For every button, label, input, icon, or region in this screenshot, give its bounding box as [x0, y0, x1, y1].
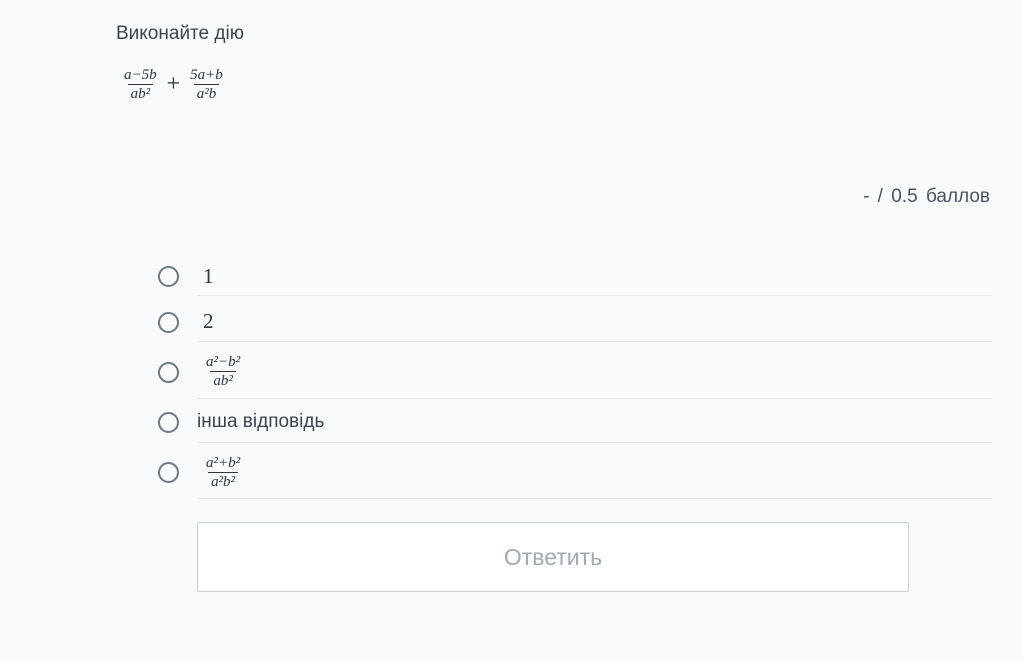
fraction-numerator: a²−b² [206, 354, 241, 370]
score-display: - / 0.5 баллов [863, 186, 990, 208]
radio-button[interactable] [158, 311, 179, 333]
fraction-denominator: ab² [210, 371, 236, 390]
option-body[interactable]: 1 [197, 257, 992, 296]
fraction-numerator: 5a+b [190, 67, 223, 83]
option-body[interactable]: a²−b² ab² [197, 346, 992, 399]
radio-button[interactable] [158, 266, 179, 287]
expression-right-fraction: 5a+b a²b [187, 66, 226, 103]
answer-option-2[interactable]: 2 [158, 299, 992, 345]
submit-button[interactable]: Ответить [197, 522, 909, 592]
answer-option-1[interactable]: 1 [158, 254, 992, 299]
plus-operator: + [166, 71, 181, 97]
option-body[interactable]: a²+b² a²b² [197, 446, 992, 499]
option-fraction: a²+b² a²b² [203, 454, 243, 491]
answer-option-3[interactable]: a²−b² ab² [158, 345, 992, 399]
fraction-numerator: a²+b² [206, 454, 241, 471]
question-expression: a−5b ab² + 5a+b a²b [121, 66, 226, 103]
fraction-denominator: ab² [127, 84, 154, 103]
option-label: 1 [203, 263, 214, 288]
score-unit: баллов [925, 186, 990, 207]
radio-button[interactable] [158, 411, 179, 433]
answer-option-5[interactable]: a²+b² a²b² [158, 445, 992, 500]
option-body[interactable]: інша відповідь [197, 402, 992, 443]
question-title: Виконайте дію [116, 23, 244, 44]
option-body[interactable]: 2 [197, 303, 992, 342]
score-max: 0.5 [891, 186, 918, 207]
score-earned: - [863, 186, 870, 207]
radio-button[interactable] [158, 462, 179, 483]
option-label: інша відповідь [197, 410, 325, 432]
radio-button[interactable] [158, 361, 179, 383]
expression-left-fraction: a−5b ab² [121, 66, 160, 103]
answer-options: 1 2 a²−b² ab² інша відповідь a²+b² a²b² [158, 254, 992, 500]
fraction-denominator: a²b [193, 84, 220, 103]
fraction-denominator: a²b² [208, 471, 239, 491]
option-label: 2 [203, 309, 214, 333]
fraction-numerator: a−5b [124, 67, 157, 83]
option-fraction: a²−b² ab² [203, 353, 243, 390]
answer-option-4[interactable]: інша відповідь [158, 399, 992, 445]
score-separator: / [877, 186, 883, 207]
